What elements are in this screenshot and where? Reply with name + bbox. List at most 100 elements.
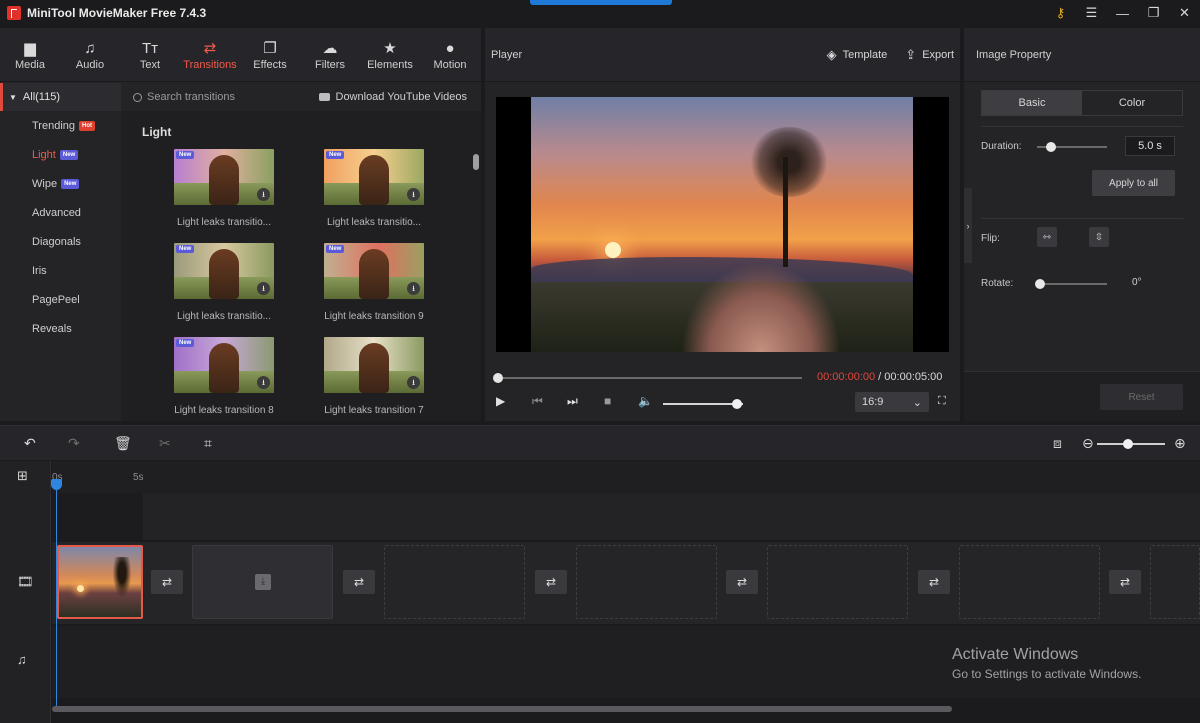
transition-thumbnail[interactable]: New ⭳ Light leaks transition 8 [164,337,284,416]
template-button[interactable]: ◈ Template [827,47,888,63]
add-track-icon[interactable]: ⊞ [17,468,28,484]
empty-slot[interactable] [384,545,525,619]
library-tabs: ▆ Media ♫ Audio Tт Text ⇄ Transitions ❐ Effec… [0,28,481,82]
video-track[interactable]: ⇄ ⤓ ⇄ ⇄ ⇄ ⇄ ⇄ [52,542,1200,624]
tab-elements[interactable]: ★ Elements [360,28,420,81]
zoom-slider[interactable] [1097,439,1165,449]
category-pagepeel[interactable]: PagePeel [0,285,121,314]
tab-effects[interactable]: ❐ Effects [240,28,300,81]
download-icon[interactable]: ⭳ [257,376,270,389]
play-icon[interactable]: ▶ [496,394,505,408]
reset-button[interactable]: Reset [1100,384,1183,410]
maximize-icon[interactable]: ❐ [1138,5,1169,21]
section-title: Light [142,125,172,139]
transition-slot-icon[interactable]: ⇄ [535,570,567,594]
transition-thumbnail[interactable]: New ⭳ Light leaks transition 9 [314,243,434,322]
category-advanced[interactable]: Advanced [0,198,121,227]
duration-slider[interactable] [1037,142,1107,152]
divider [981,218,1183,219]
key-icon[interactable]: ⚷ [1045,5,1076,21]
title-bar: MiniTool MovieMaker Free 7.4.3 ⚷ ☰ — ❐ ✕ [0,0,1200,26]
transition-thumbnail[interactable]: New ⭳ Light leaks transitio... [164,243,284,322]
volume-slider[interactable] [663,399,743,409]
tab-audio[interactable]: ♫ Audio [60,28,120,81]
empty-slot[interactable] [959,545,1100,619]
download-icon[interactable]: ⭳ [407,282,420,295]
empty-slot[interactable] [1150,545,1200,619]
tab-basic[interactable]: Basic [982,91,1082,115]
transition-thumbnail[interactable]: New ⭳ Light leaks transitio... [164,149,284,228]
rotate-slider[interactable] [1035,279,1107,289]
tab-text[interactable]: Tт Text [120,28,180,81]
seek-bar[interactable] [493,373,802,383]
aspect-ratio-select[interactable]: 16:9 ⌄ [855,392,929,412]
volume-icon[interactable]: 🔈 [638,394,653,408]
fullscreen-icon[interactable]: ⛶ [938,395,946,408]
minimize-icon[interactable]: — [1107,6,1138,21]
thumbnail-figure [209,249,239,299]
stop-icon[interactable]: ■ [604,394,611,408]
zoom-out-icon[interactable]: ⊖ [1082,435,1094,452]
undo-icon[interactable]: ↶ [24,435,36,452]
tab-color[interactable]: Color [1082,91,1182,115]
overlay-track[interactable] [52,493,1200,540]
flip-vertical-icon[interactable]: ⇳ [1089,227,1109,247]
player-header: Player ◈ Template ⇪ Export [485,28,960,82]
search-input[interactable]: Search transitions [133,91,235,103]
playhead[interactable] [56,483,57,712]
collapse-panel-button[interactable]: › [964,188,972,263]
zoom-handle[interactable] [1122,439,1133,449]
delete-icon[interactable]: 🗑 [114,435,132,452]
apply-to-all-button[interactable]: Apply to all [1092,170,1175,196]
duration-handle[interactable] [1046,142,1056,152]
volume-handle[interactable] [731,399,742,409]
category-trending[interactable]: Trending Hot [0,111,121,140]
transition-slot-icon[interactable]: ⇄ [151,570,183,594]
category-wipe[interactable]: Wipe New [0,169,121,198]
download-icon[interactable]: ⭳ [257,282,270,295]
split-icon[interactable]: ✂ [159,435,171,452]
seek-handle[interactable] [493,373,503,383]
download-icon[interactable]: ⭳ [257,188,270,201]
transition-slot-icon[interactable]: ⇄ [1109,570,1141,594]
category-light[interactable]: Light New [0,140,121,169]
category-iris[interactable]: Iris [0,256,121,285]
rotate-handle[interactable] [1035,279,1045,289]
time-ruler[interactable]: 0s 5s [52,461,1200,493]
close-icon[interactable]: ✕ [1169,5,1200,21]
transition-slot-icon[interactable]: ⇄ [726,570,758,594]
tab-motion[interactable]: ● Motion [420,28,480,81]
empty-slot[interactable] [576,545,717,619]
transition-thumbnail[interactable]: New ⭳ Light leaks transitio... [314,149,434,228]
zoom-in-icon[interactable]: ⊕ [1174,435,1186,452]
tab-transitions[interactable]: ⇄ Transitions [180,28,240,81]
previous-frame-icon[interactable]: ⏮ [532,394,543,409]
category-diagonals[interactable]: Diagonals [0,227,121,256]
playhead-handle[interactable] [51,479,62,490]
download-icon[interactable]: ⭳ [407,376,420,389]
media-drop-slot[interactable]: ⤓ [192,545,333,619]
flip-horizontal-icon[interactable]: ⇿ [1037,227,1057,247]
video-preview[interactable] [496,97,949,352]
redo-icon[interactable]: ↷ [68,435,80,452]
tab-filters[interactable]: ☁ Filters [300,28,360,81]
transition-slot-icon[interactable]: ⇄ [343,570,375,594]
next-frame-icon[interactable]: ⏭ [567,394,578,409]
video-clip[interactable] [57,545,143,619]
timeline-scrollbar[interactable] [52,706,952,712]
menu-icon[interactable]: ☰ [1076,5,1107,21]
export-button[interactable]: ⇪ Export [905,47,954,63]
transition-thumbnail[interactable]: ⭳ Light leaks transition 7 [314,337,434,416]
empty-slot[interactable] [767,545,908,619]
fit-timeline-icon[interactable]: ⧈ [1053,435,1062,452]
download-icon[interactable]: ⭳ [407,188,420,201]
tab-media[interactable]: ▆ Media [0,28,60,81]
category-all[interactable]: ▼ All(115) [0,83,121,111]
library-scrollbar[interactable] [473,154,479,170]
duration-input[interactable]: 5.0 s [1125,136,1175,156]
transition-slot-icon[interactable]: ⇄ [918,570,950,594]
download-youtube-link[interactable]: Download YouTube Videos [318,91,467,103]
category-reveals[interactable]: Reveals [0,314,121,343]
crop-icon[interactable]: ⌗ [204,435,212,452]
app-window: MiniTool MovieMaker Free 7.4.3 ⚷ ☰ — ❐ ✕… [0,0,1200,723]
